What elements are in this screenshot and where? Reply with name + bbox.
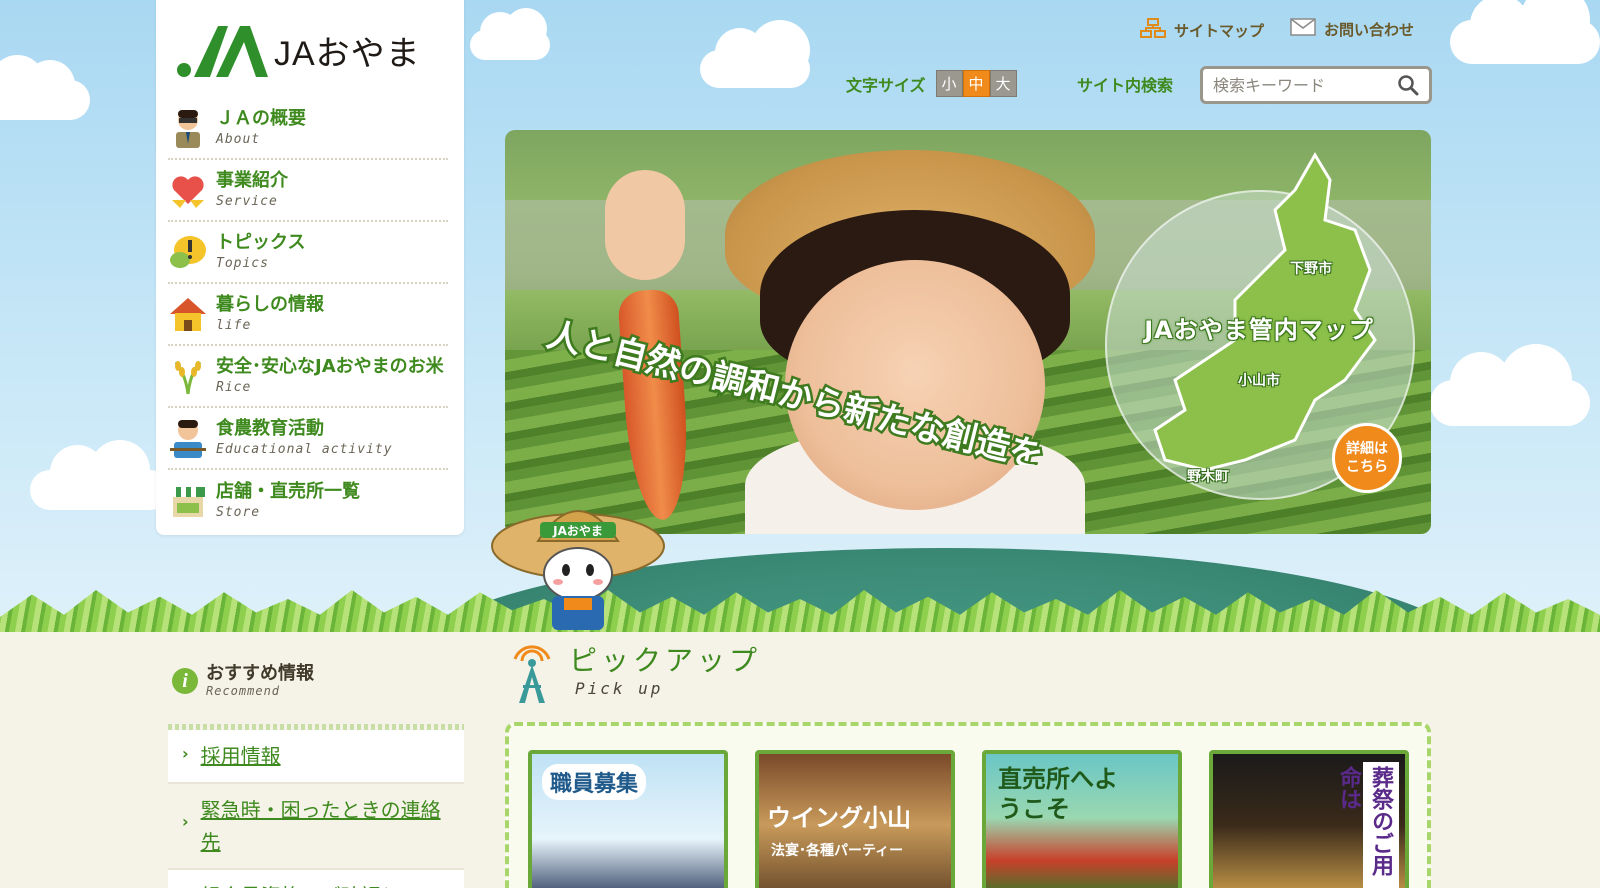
card-title: ウイング小山 [767, 803, 911, 832]
recommend-list: › 採用情報 › 緊急時・困ったときの連絡先 › 組合員資格のご確認と [168, 730, 464, 888]
card-title: 直売所へようこそ [998, 765, 1118, 823]
font-size-small-button[interactable]: 小 [935, 70, 963, 97]
brand-name: JAおやま [274, 34, 421, 73]
cloud [1430, 344, 1590, 426]
nav-sublabel: life [216, 318, 252, 333]
cloud [30, 440, 170, 510]
child-hand [605, 170, 685, 280]
catchphrase-text: 人と自然の調和から新たな創造を [543, 315, 1048, 465]
pickup-title: ピックアップ [569, 644, 762, 677]
nav-item-service[interactable]: 事業紹介 Service [168, 160, 448, 222]
nav-item-store[interactable]: 店舗・直売所一覧 Store [168, 470, 448, 532]
detail-line-1: 詳細は [1346, 441, 1388, 457]
recommend-link[interactable]: 組合員資格のご確認と [201, 880, 401, 888]
sitemap-link[interactable]: サイトマップ [1140, 18, 1264, 42]
pickup-card-recruit[interactable]: 職員募集 [528, 750, 728, 888]
map-detail-button[interactable]: 詳細は こちら [1332, 423, 1402, 493]
map-label-shimotsuke: 下野市 [1290, 261, 1332, 277]
chevron-right-icon: › [182, 812, 189, 831]
nav-sublabel: Service [216, 194, 278, 209]
nav-label: 暮らしの情報 [216, 294, 324, 315]
info-icon: i [172, 668, 198, 694]
person-icon [168, 108, 208, 148]
nav-label: 安全･安心なJAおやまのお米 [216, 356, 444, 377]
chevron-right-icon: › [182, 744, 189, 763]
map-label-oyama: 小山市 [1238, 373, 1280, 389]
nav-label: ＪＡの概要 [216, 108, 306, 129]
heart-icon [168, 170, 208, 210]
speech-bubble-icon [168, 232, 208, 272]
rice-icon [168, 356, 208, 396]
ja-logo-icon [177, 26, 268, 77]
nav-label: 事業紹介 [216, 170, 288, 191]
nav-sublabel: Educational activity [216, 442, 393, 457]
nav-item-life[interactable]: 暮らしの情報 life [168, 284, 448, 346]
pickup-card-funeral[interactable]: 葬祭のご用命は [1209, 750, 1409, 888]
search-box [1200, 66, 1432, 104]
recommend-heading: i おすすめ情報 Recommend [172, 664, 314, 698]
nav-sublabel: Topics [216, 256, 269, 271]
search-input[interactable] [1203, 75, 1393, 95]
antenna-icon [513, 645, 551, 703]
map-label-nogi: 野木町 [1187, 469, 1229, 485]
nav-sublabel: About [216, 132, 261, 147]
nav-sublabel: Store [216, 505, 261, 520]
font-size-label: 文字サイズ [846, 75, 926, 95]
card-subtitle: 法宴･各種パーティー [771, 843, 904, 859]
recommend-link[interactable]: 緊急時・困ったときの連絡先 [201, 794, 441, 858]
logo[interactable]: JAおやま [176, 22, 421, 78]
house-icon [168, 294, 208, 334]
cloud [470, 8, 550, 60]
store-icon [168, 481, 208, 521]
teacher-icon [168, 418, 208, 458]
chevron-right-icon: › [182, 884, 189, 888]
contact-link[interactable]: お問い合わせ [1290, 18, 1414, 40]
search-icon[interactable] [1393, 70, 1423, 100]
search-label: サイト内検索 [1077, 76, 1174, 95]
nav-item-rice[interactable]: 安全･安心なJAおやまのお米 Rice [168, 346, 448, 408]
nav-item-topics[interactable]: トピックス Topics [168, 222, 448, 284]
recommend-item[interactable]: › 採用情報 [168, 730, 464, 784]
recommend-link[interactable]: 採用情報 [201, 740, 281, 772]
recommend-title: おすすめ情報 [206, 663, 314, 684]
pickup-subtitle: Pick up [575, 679, 664, 698]
pickup-card-wing-oyama[interactable]: ウイング小山 法宴･各種パーティー [755, 750, 955, 888]
nav-sublabel: Rice [216, 380, 252, 395]
recommend-item[interactable]: › 組合員資格のご確認と [168, 870, 464, 888]
recommend-subtitle: Recommend [206, 684, 281, 698]
cloud [0, 55, 90, 120]
pickup-card-direct-store[interactable]: 直売所へようこそ [982, 750, 1182, 888]
contact-label: お問い合わせ [1324, 20, 1415, 39]
mascot: JAおやま [491, 510, 665, 630]
recommend-item[interactable]: › 緊急時・困ったときの連絡先 [168, 784, 464, 870]
nav-item-educational[interactable]: 食農教育活動 Educational activity [168, 408, 448, 470]
sitemap-icon [1140, 18, 1166, 42]
mascot-hat-text: JAおやま [552, 524, 603, 538]
sitemap-label: サイトマップ [1174, 21, 1265, 40]
nav-label: 食農教育活動 [216, 418, 324, 439]
card-title: 職員募集 [542, 764, 647, 800]
card-title: 葬祭のご用命は [1336, 762, 1399, 888]
envelope-icon [1290, 18, 1316, 40]
nav-item-about[interactable]: ＪＡの概要 About [168, 98, 448, 160]
nav-label: トピックス [216, 232, 306, 253]
side-navigation: JAおやま ＪＡの概要 About 事業紹介 Service トピックス Top… [156, 0, 464, 535]
map-title: JAおやま管内マップ [1144, 316, 1374, 344]
font-size-large-button[interactable]: 大 [989, 70, 1017, 97]
nav-list: ＪＡの概要 About 事業紹介 Service トピックス Topics 暮ら… [168, 98, 448, 532]
pickup-heading: ピックアップ Pick up [505, 645, 761, 705]
catchphrase: 人と自然の調和から新たな創造を [540, 315, 1050, 465]
nav-label: 店舗・直売所一覧 [216, 481, 360, 502]
font-size-switcher: 文字サイズ 小 中 大 [846, 70, 1017, 97]
cloud [700, 20, 810, 88]
hero-banner[interactable]: 人と自然の調和から新たな創造を JAおやま管内マップ 下野市 小山市 野木町 詳… [505, 130, 1431, 534]
font-size-medium-button[interactable]: 中 [962, 70, 990, 97]
detail-line-2: こちら [1346, 459, 1388, 475]
cloud [1450, 0, 1600, 64]
